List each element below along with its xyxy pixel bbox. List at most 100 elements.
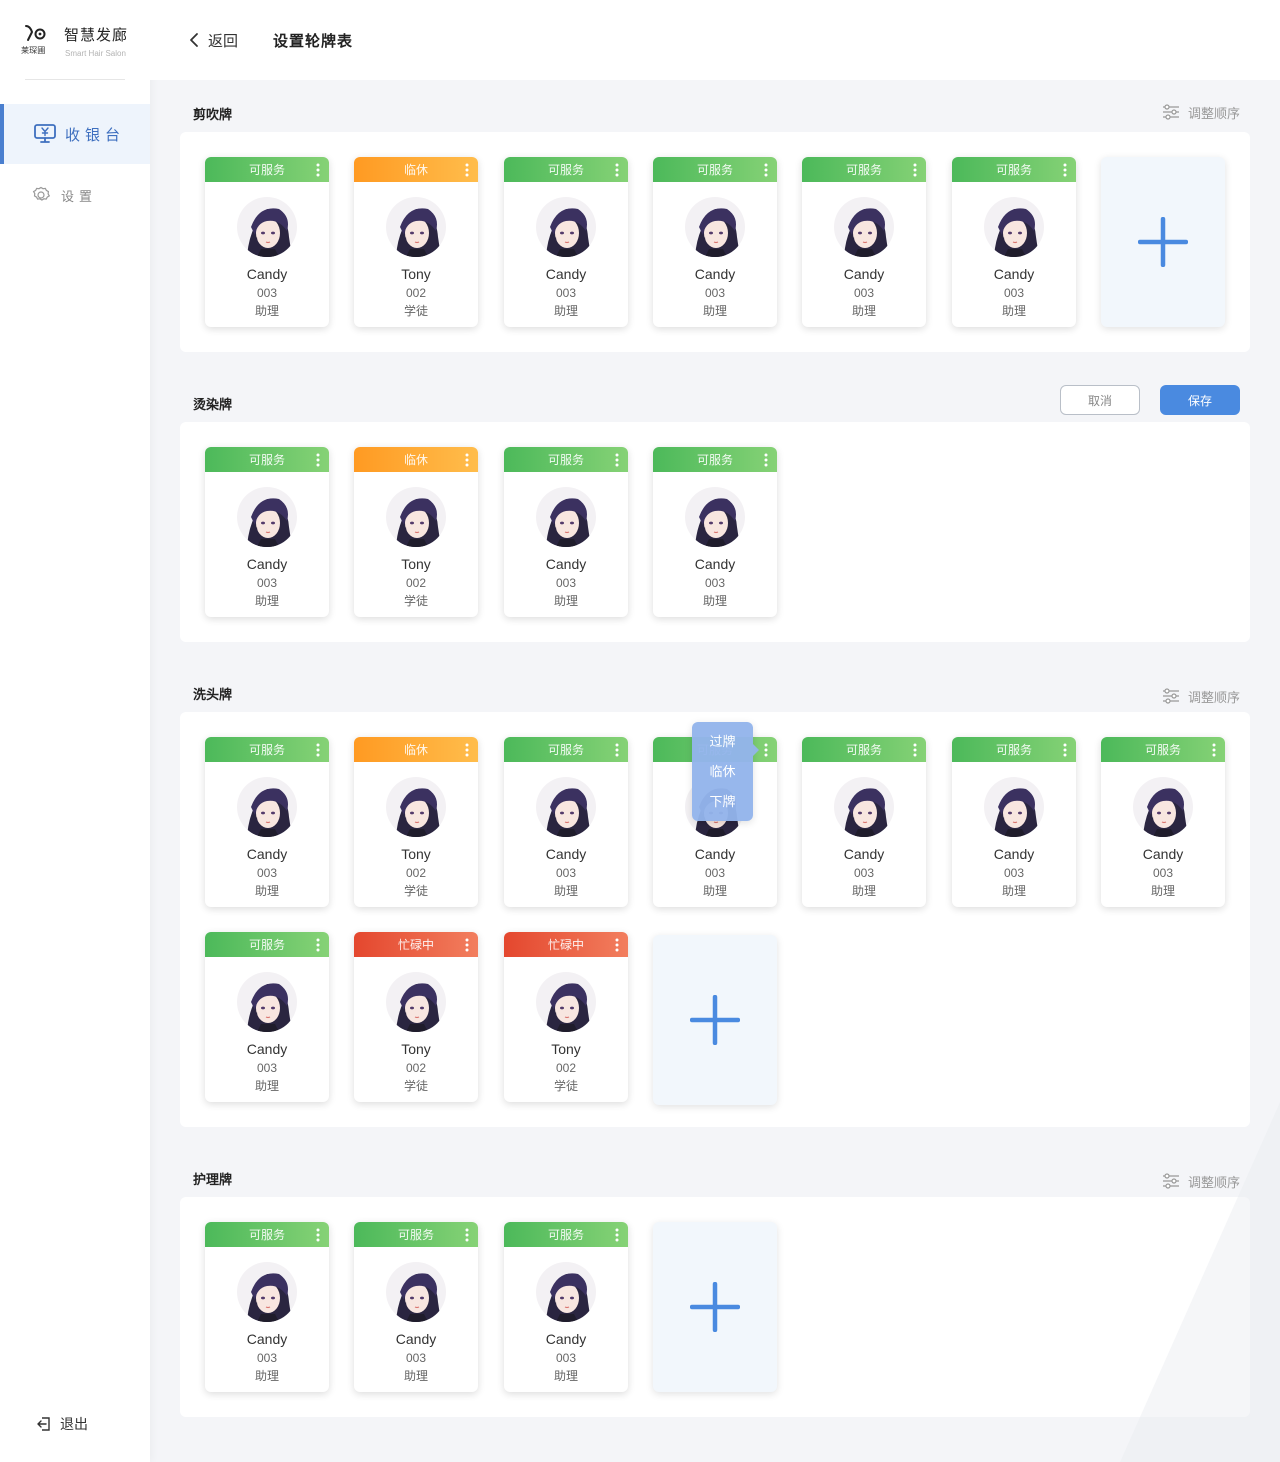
stylist-id: 003 xyxy=(256,1351,278,1365)
stylist-card[interactable]: 可服务 Candy 003 助理 xyxy=(504,447,628,617)
stylist-card[interactable]: 可服务 Candy 003 助理 xyxy=(205,737,329,907)
stylist-card[interactable]: 可服务 Candy 003 助理 xyxy=(653,447,777,617)
stylist-id: 003 xyxy=(256,1061,278,1075)
stylist-id: 003 xyxy=(256,866,278,880)
status-label: 临休 xyxy=(403,163,428,177)
stylist-role: 助理 xyxy=(254,1369,279,1383)
stylist-card[interactable]: 临休 Tony 002 学徒 xyxy=(354,157,478,327)
status-label: 可服务 xyxy=(248,743,285,757)
stylist-name: Tony xyxy=(551,1041,581,1057)
stylist-role: 助理 xyxy=(254,594,279,608)
logo-text: 莱琛圃 xyxy=(21,45,46,55)
more-vertical-icon[interactable] xyxy=(464,937,470,953)
stylist-card[interactable]: 忙碌中 Tony 002 学徒 xyxy=(504,932,628,1102)
stylist-card[interactable]: 可服务 Candy 003 助理 xyxy=(1101,737,1225,907)
more-vertical-icon[interactable] xyxy=(912,162,918,178)
more-vertical-icon[interactable] xyxy=(614,1227,620,1243)
stylist-id: 002 xyxy=(405,866,427,880)
more-vertical-icon[interactable] xyxy=(614,742,620,758)
plus-icon xyxy=(1138,217,1188,267)
divider xyxy=(25,79,125,80)
status-label: 可服务 xyxy=(397,1228,434,1242)
avatar xyxy=(685,197,745,257)
stylist-card[interactable]: 可服务 Candy 003 助理 xyxy=(952,157,1076,327)
save-button[interactable]: 保存 xyxy=(1160,385,1240,415)
avatar xyxy=(237,1262,297,1322)
stylist-name: Candy xyxy=(843,846,885,862)
stylist-role: 学徒 xyxy=(403,304,428,318)
stylist-card[interactable]: 可服务 Candy 003 助理 xyxy=(504,1222,628,1392)
add-stylist-button[interactable] xyxy=(653,935,777,1105)
stylist-card[interactable]: 可服务 Candy 003 助理 xyxy=(205,1222,329,1392)
more-vertical-icon[interactable] xyxy=(912,742,918,758)
stylist-card[interactable]: 忙碌中 Tony 002 学徒 xyxy=(354,932,478,1102)
status-label: 可服务 xyxy=(1144,743,1181,757)
menu-item-pass[interactable]: 过牌 xyxy=(692,727,753,757)
status-bar: 临休 xyxy=(354,157,478,182)
status-label: 可服务 xyxy=(845,163,882,177)
status-bar: 可服务 xyxy=(802,157,926,182)
stylist-card[interactable]: 临休 Tony 002 学徒 xyxy=(354,737,478,907)
stylist-card[interactable]: 可服务 Candy 003 助理 xyxy=(802,157,926,327)
avatar xyxy=(536,197,596,257)
avatar xyxy=(536,972,596,1032)
status-label: 可服务 xyxy=(696,163,733,177)
stylist-card[interactable]: 可服务 Candy 003 助理 xyxy=(205,447,329,617)
more-vertical-icon[interactable] xyxy=(315,937,321,953)
more-vertical-icon[interactable] xyxy=(315,742,321,758)
more-vertical-icon[interactable] xyxy=(763,742,769,758)
sidebar-item-settings[interactable]: 设置 xyxy=(0,165,150,225)
menu-item-off[interactable]: 下牌 xyxy=(692,787,753,817)
more-vertical-icon[interactable] xyxy=(763,162,769,178)
adjust-order-label: 调整顺序 xyxy=(1187,1174,1240,1190)
adjust-order-label: 调整顺序 xyxy=(1187,689,1240,705)
adjust-order-button[interactable]: 调整顺序 xyxy=(1162,686,1240,706)
add-stylist-button[interactable] xyxy=(653,1222,777,1392)
menu-item-break[interactable]: 临休 xyxy=(692,757,753,787)
more-vertical-icon[interactable] xyxy=(614,452,620,468)
more-vertical-icon[interactable] xyxy=(1211,742,1217,758)
back-button[interactable]: 返回 xyxy=(188,28,238,52)
stylist-card[interactable]: 可服务 Candy 003 助理 xyxy=(952,737,1076,907)
status-label: 可服务 xyxy=(995,163,1032,177)
status-label: 可服务 xyxy=(248,163,285,177)
avatar xyxy=(386,487,446,547)
sidebar-item-cashier[interactable]: 收银台 xyxy=(0,104,150,164)
stylist-name: Candy xyxy=(246,556,288,572)
stylist-card[interactable]: 可服务 Candy 003 助理 xyxy=(802,737,926,907)
stylist-card[interactable]: 可服务 Candy 003 助理 xyxy=(205,932,329,1102)
stylist-id: 002 xyxy=(405,1061,427,1075)
add-stylist-button[interactable] xyxy=(1101,157,1225,327)
stylist-role: 助理 xyxy=(254,884,279,898)
stylist-card[interactable]: 可服务 Candy 003 助理 xyxy=(653,157,777,327)
section-title: 护理牌 xyxy=(193,1172,233,1187)
more-vertical-icon[interactable] xyxy=(1062,162,1068,178)
plus-icon xyxy=(690,1282,740,1332)
stylist-card[interactable]: 可服务 Candy 003 助理 xyxy=(504,157,628,327)
adjust-order-button[interactable]: 调整顺序 xyxy=(1162,1171,1240,1191)
stylist-id: 003 xyxy=(555,286,577,300)
more-vertical-icon[interactable] xyxy=(763,452,769,468)
adjust-order-button[interactable]: 调整顺序 xyxy=(1162,102,1240,122)
stylist-name: Candy xyxy=(246,846,288,862)
more-vertical-icon[interactable] xyxy=(464,162,470,178)
logout-button[interactable]: 退出 xyxy=(36,1412,88,1436)
cancel-button[interactable]: 取消 xyxy=(1060,385,1140,415)
more-vertical-icon[interactable] xyxy=(315,162,321,178)
more-vertical-icon[interactable] xyxy=(614,937,620,953)
stylist-card[interactable]: 临休 Tony 002 学徒 xyxy=(354,447,478,617)
more-vertical-icon[interactable] xyxy=(464,742,470,758)
more-vertical-icon[interactable] xyxy=(315,452,321,468)
more-vertical-icon[interactable] xyxy=(464,452,470,468)
stylist-card[interactable]: 可服务 Candy 003 助理 xyxy=(205,157,329,327)
more-vertical-icon[interactable] xyxy=(1062,742,1068,758)
more-vertical-icon[interactable] xyxy=(315,1227,321,1243)
stylist-id: 003 xyxy=(853,286,875,300)
plus-icon xyxy=(690,995,740,1045)
more-vertical-icon[interactable] xyxy=(464,1227,470,1243)
stylist-role: 助理 xyxy=(851,304,876,318)
status-label: 可服务 xyxy=(995,743,1032,757)
stylist-card[interactable]: 可服务 Candy 003 助理 xyxy=(354,1222,478,1392)
more-vertical-icon[interactable] xyxy=(614,162,620,178)
stylist-card[interactable]: 可服务 Candy 003 助理 xyxy=(504,737,628,907)
